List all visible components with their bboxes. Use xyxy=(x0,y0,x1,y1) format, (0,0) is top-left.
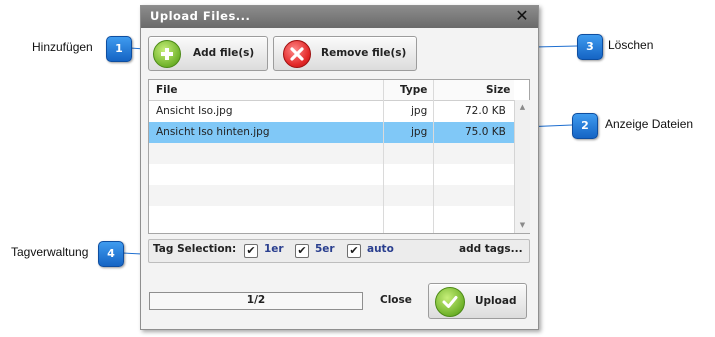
empty-row xyxy=(149,206,514,227)
progress-text: 1/2 xyxy=(246,294,266,306)
close-button[interactable]: Close xyxy=(380,294,412,306)
column-header-file[interactable]: File xyxy=(156,80,178,100)
close-icon[interactable]: ✕ xyxy=(514,7,530,25)
empty-row xyxy=(149,164,514,185)
callout-text-2: Anzeige Dateien xyxy=(605,117,694,131)
add-files-button[interactable]: Add file(s) xyxy=(148,36,268,71)
scroll-up-arrow-icon[interactable]: ▲ xyxy=(515,100,530,114)
tag-selection-bar: Tag Selection: ✔ 1er ✔ 5er ✔ auto add ta… xyxy=(148,239,530,263)
cell-size: 72.0 KB xyxy=(465,105,506,117)
remove-files-label: Remove file(s) xyxy=(321,47,407,59)
tag-label-5er: 5er xyxy=(315,243,335,255)
file-table: File Type Size Ansicht Iso.jpg jpg 72.0 … xyxy=(148,79,530,234)
callout-text-4: Tagverwaltung xyxy=(11,245,89,259)
tag-selection-label: Tag Selection: xyxy=(153,243,237,255)
table-row-selected[interactable]: Ansicht Iso hinten.jpg jpg 75.0 KB xyxy=(149,122,514,143)
callout-badge-1: 1 xyxy=(106,36,132,62)
callout-text-3: Löschen xyxy=(608,38,654,52)
dialog-title: Upload Files... xyxy=(150,9,251,23)
tag-checkbox-1er[interactable]: ✔ xyxy=(244,244,258,258)
add-tags-link[interactable]: add tags... xyxy=(459,243,523,255)
column-header-type[interactable]: Type xyxy=(400,80,427,100)
tag-label-auto: auto xyxy=(367,243,394,255)
callout-badge-3: 3 xyxy=(577,34,603,60)
upload-files-dialog: Upload Files... ✕ Add file(s) Remove fil… xyxy=(140,5,539,330)
cell-size: 75.0 KB xyxy=(465,126,506,138)
tag-label-1er: 1er xyxy=(264,243,284,255)
cell-type: jpg xyxy=(411,105,428,117)
upload-button[interactable]: Upload xyxy=(428,283,527,319)
cell-file: Ansicht Iso.jpg xyxy=(156,105,233,117)
empty-row xyxy=(149,143,514,164)
column-header-size[interactable]: Size xyxy=(486,80,510,100)
callout-badge-4: 4 xyxy=(98,241,124,267)
empty-row xyxy=(149,185,514,206)
cell-type: jpg xyxy=(411,126,428,138)
vertical-scrollbar[interactable]: ▲ ▼ xyxy=(514,100,530,233)
column-divider xyxy=(433,80,434,233)
remove-files-button[interactable]: Remove file(s) xyxy=(273,36,417,71)
upload-progress-bar: 1/2 xyxy=(149,292,363,310)
callout-text-1: Hinzufügen xyxy=(32,40,93,54)
add-files-label: Add file(s) xyxy=(193,47,255,59)
scroll-down-arrow-icon[interactable]: ▼ xyxy=(515,218,530,232)
upload-label: Upload xyxy=(475,295,517,307)
check-circle-icon xyxy=(435,287,465,317)
cell-file: Ansicht Iso hinten.jpg xyxy=(156,126,270,138)
title-bar: Upload Files... ✕ xyxy=(141,6,538,28)
callout-badge-2: 2 xyxy=(572,113,598,139)
table-header xyxy=(149,80,514,101)
table-row[interactable]: Ansicht Iso.jpg jpg 72.0 KB xyxy=(149,101,514,122)
column-divider xyxy=(383,80,384,233)
tag-checkbox-5er[interactable]: ✔ xyxy=(295,244,309,258)
x-circle-icon xyxy=(283,40,311,68)
plus-circle-icon xyxy=(153,40,181,68)
tag-checkbox-auto[interactable]: ✔ xyxy=(347,244,361,258)
